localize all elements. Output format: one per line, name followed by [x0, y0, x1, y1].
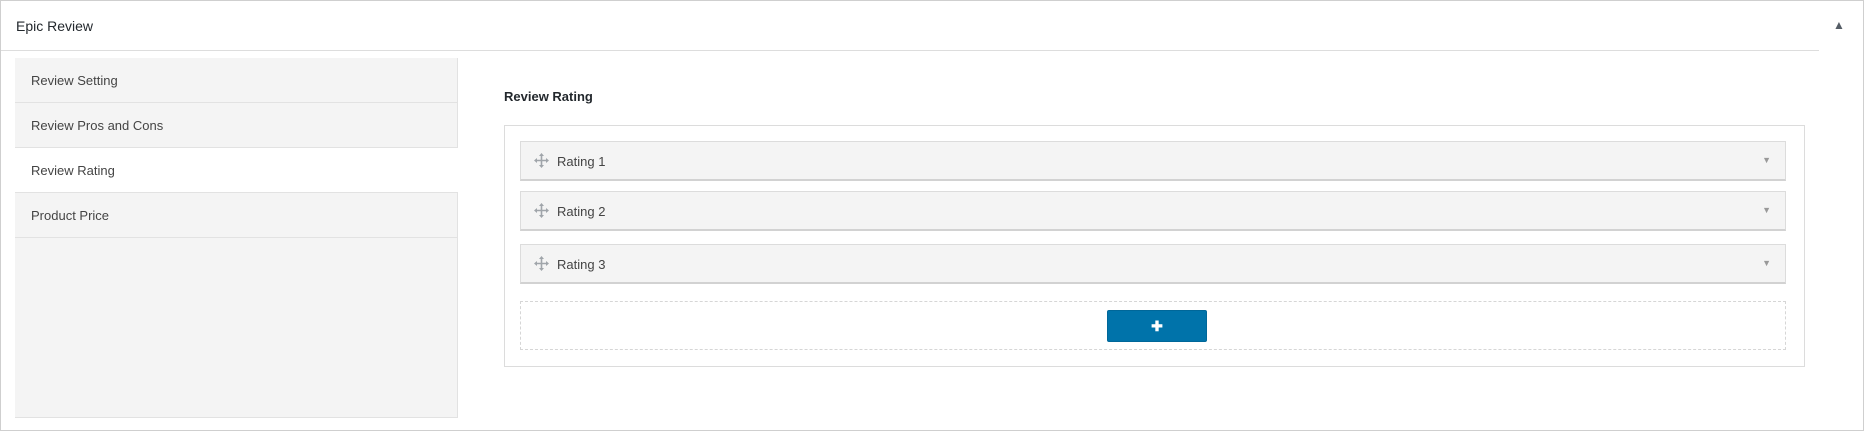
rating-repeater: Rating 1 ▼ Rating 2 ▼ Rating 3 ▼ ✚	[504, 125, 1805, 367]
metabox-title: Epic Review	[16, 18, 94, 34]
section-title: Review Rating	[504, 89, 593, 104]
rating-label: Rating 2	[557, 204, 606, 219]
move-arrows-icon[interactable]	[534, 256, 549, 271]
rating-row[interactable]: Rating 3 ▼	[520, 244, 1786, 284]
caret-down-icon[interactable]: ▼	[1762, 205, 1771, 215]
tab-product-price[interactable]: Product Price	[15, 193, 457, 238]
add-rating-area: ✚	[520, 301, 1786, 350]
rating-row[interactable]: Rating 1 ▼	[520, 141, 1786, 181]
tab-label: Product Price	[31, 208, 110, 223]
tab-review-rating[interactable]: Review Rating	[15, 148, 458, 193]
rating-label: Rating 1	[557, 154, 606, 169]
rating-label: Rating 3	[557, 257, 606, 272]
plus-icon: ✚	[1151, 318, 1163, 334]
tab-list: Review Setting Review Pros and Cons Revi…	[15, 58, 458, 418]
move-arrows-icon[interactable]	[534, 203, 549, 218]
add-rating-button[interactable]: ✚	[1107, 310, 1207, 342]
move-arrows-icon[interactable]	[534, 153, 549, 168]
caret-down-icon[interactable]: ▼	[1762, 258, 1771, 268]
rating-row[interactable]: Rating 2 ▼	[520, 191, 1786, 231]
tab-label: Review Pros and Cons	[31, 118, 164, 133]
epic-review-metabox: Epic Review ▲ Review Setting Review Pros…	[0, 0, 1864, 431]
metabox-header[interactable]: Epic Review	[1, 1, 1819, 51]
tab-label: Review Setting	[31, 73, 118, 88]
tab-review-setting[interactable]: Review Setting	[15, 58, 457, 103]
caret-up-icon[interactable]: ▲	[1833, 18, 1845, 32]
tab-review-pros-and-cons[interactable]: Review Pros and Cons	[15, 103, 457, 148]
tab-content: Review Rating	[504, 89, 593, 104]
caret-down-icon[interactable]: ▼	[1762, 155, 1771, 165]
tab-label: Review Rating	[31, 163, 115, 178]
